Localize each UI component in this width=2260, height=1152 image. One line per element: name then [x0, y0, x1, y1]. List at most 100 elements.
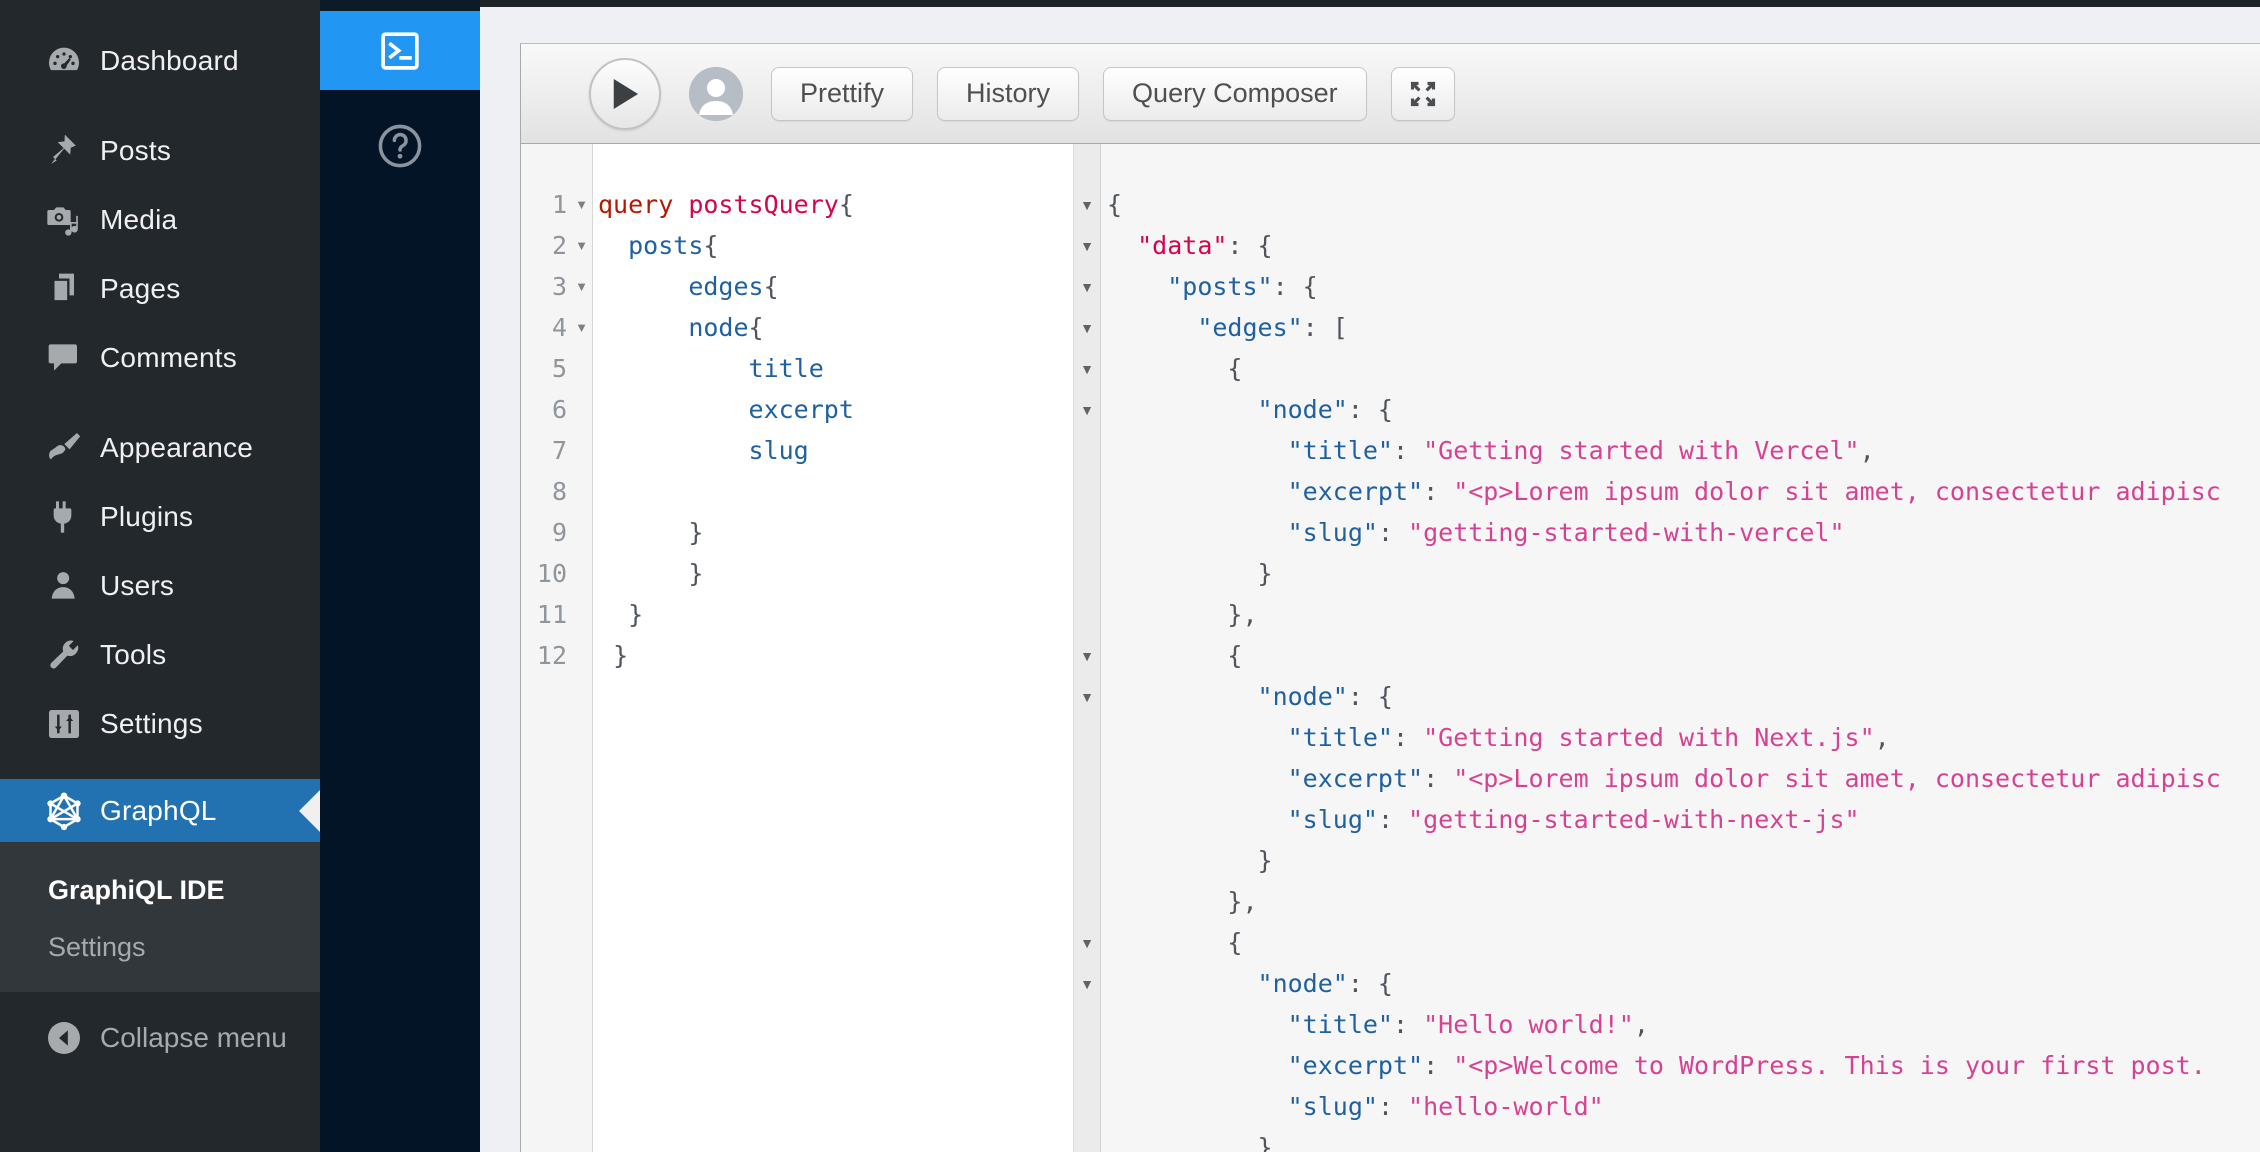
- code-token: postsQuery: [688, 190, 839, 219]
- collapse-menu-button[interactable]: Collapse menu: [0, 1010, 320, 1065]
- collapse-arrow-icon: [44, 1018, 84, 1058]
- fold-arrow-icon[interactable]: ▼: [571, 320, 592, 335]
- code-token: posts: [628, 231, 703, 260]
- code-token: :: [1393, 723, 1423, 752]
- code-token: : {: [1348, 682, 1393, 711]
- code-token: "node": [1258, 969, 1348, 998]
- code-token: {: [749, 313, 764, 342]
- fold-arrow-icon[interactable]: ▼: [1073, 976, 1101, 992]
- code-token: {: [1107, 190, 1122, 219]
- code-token: "edges": [1197, 313, 1302, 342]
- code-text: }: [592, 594, 643, 635]
- code-token: "<p>Welcome to WordPress. This is your f…: [1453, 1051, 2206, 1080]
- code-token: },: [1227, 887, 1257, 916]
- sidebar-item-graphql[interactable]: GraphQL: [0, 779, 320, 842]
- code-token: [1107, 354, 1227, 383]
- person-icon: [689, 67, 743, 121]
- history-button[interactable]: History: [937, 67, 1079, 121]
- result-viewer[interactable]: ▼{▼ "data": {▼ "posts": {▼ "edges": [▼ {…: [1073, 144, 2260, 1152]
- wp-graphiql-screen: { "colors": { "sidebar_bg": "#23282d", "…: [0, 0, 2260, 1152]
- submenu-item-graphiql-ide[interactable]: GraphiQL IDE: [0, 862, 320, 919]
- code-token: {: [1227, 354, 1242, 383]
- graphql-logo-icon: [44, 791, 84, 831]
- code-token: [598, 436, 749, 465]
- query-composer-button[interactable]: Query Composer: [1103, 67, 1367, 121]
- fold-arrow-icon[interactable]: ▼: [1073, 238, 1101, 254]
- fold-arrow-icon[interactable]: ▼: [1073, 402, 1101, 418]
- fold-arrow-icon[interactable]: ▼: [571, 279, 592, 294]
- query-code-line: 4▼ node{: [521, 307, 1073, 348]
- sidebar-item-users[interactable]: Users: [0, 551, 320, 620]
- code-token: [598, 395, 749, 424]
- code-token: [1107, 682, 1258, 711]
- sidebar-item-settings[interactable]: Settings: [0, 689, 320, 758]
- sidebar-item-pages[interactable]: Pages: [0, 254, 320, 323]
- code-token: "hello-world": [1408, 1092, 1604, 1121]
- code-token: [598, 354, 749, 383]
- fold-arrow-icon[interactable]: ▼: [1073, 935, 1101, 951]
- submenu-item-settings[interactable]: Settings: [0, 919, 320, 976]
- fold-arrow-icon[interactable]: ▼: [1073, 648, 1101, 664]
- sidebar-item-media[interactable]: Media: [0, 185, 320, 254]
- fold-arrow-icon[interactable]: ▼: [1073, 320, 1101, 336]
- code-text: slug: [592, 430, 809, 471]
- pages-icon: [44, 269, 84, 309]
- code-token: "excerpt": [1288, 477, 1423, 506]
- query-editor[interactable]: 1▼query postsQuery{2▼ posts{3▼ edges{4▼ …: [521, 144, 1073, 1152]
- code-text: "node": {: [1101, 676, 1393, 717]
- code-token: {: [1227, 641, 1242, 670]
- code-token: [1107, 600, 1227, 629]
- code-token: :: [1423, 477, 1453, 506]
- code-token: {: [703, 231, 718, 260]
- result-code-line: ▼ {: [1073, 635, 2260, 676]
- fold-arrow-icon[interactable]: ▼: [1073, 689, 1101, 705]
- brush-icon: [44, 428, 84, 468]
- graphiql-panel: Prettify History Query Composer 1▼query …: [520, 43, 2260, 1152]
- code-token: :: [1378, 518, 1408, 547]
- code-token: :: [1423, 1051, 1453, 1080]
- query-code-line: 10 }: [521, 553, 1073, 594]
- sidebar-item-tools[interactable]: Tools: [0, 620, 320, 689]
- graphiql-terminal-tab[interactable]: [320, 11, 480, 90]
- code-text: "edges": [: [1101, 307, 1348, 348]
- code-token: },: [1227, 600, 1257, 629]
- result-code-line: "excerpt": "<p>Welcome to WordPress. Thi…: [1073, 1045, 2260, 1086]
- code-token: title: [749, 354, 824, 383]
- code-text: "title": "Getting started with Next.js",: [1101, 717, 1890, 758]
- line-number: 1: [521, 184, 571, 225]
- prettify-button[interactable]: Prettify: [771, 67, 913, 121]
- code-token: [1107, 559, 1258, 588]
- code-text: posts{: [592, 225, 718, 266]
- sidebar-item-dashboard[interactable]: Dashboard: [0, 26, 320, 95]
- query-code-line: 9 }: [521, 512, 1073, 553]
- sidebar-item-appearance[interactable]: Appearance: [0, 413, 320, 482]
- result-code-line: ▼ "node": {: [1073, 389, 2260, 430]
- line-number: 5: [521, 348, 571, 389]
- help-button[interactable]: [320, 116, 480, 176]
- sidebar-item-label: Users: [100, 570, 174, 602]
- fullscreen-button[interactable]: [1391, 67, 1455, 121]
- code-text: },: [1101, 881, 1258, 922]
- sidebar-item-posts[interactable]: Posts: [0, 116, 320, 185]
- code-token: "Getting started with Next.js": [1423, 723, 1875, 752]
- code-text: "title": "Hello world!",: [1101, 1004, 1649, 1045]
- execute-query-button[interactable]: [589, 58, 661, 130]
- fold-arrow-icon[interactable]: ▼: [571, 238, 592, 253]
- sidebar-item-plugins[interactable]: Plugins: [0, 482, 320, 551]
- line-number: 8: [521, 471, 571, 512]
- fold-arrow-icon[interactable]: ▼: [1073, 361, 1101, 377]
- sidebar-item-label: Dashboard: [100, 45, 239, 77]
- fold-arrow-icon[interactable]: ▼: [1073, 197, 1101, 213]
- user-icon: [44, 566, 84, 606]
- code-token: [673, 190, 688, 219]
- line-number: 2: [521, 225, 571, 266]
- fold-arrow-icon[interactable]: ▼: [1073, 279, 1101, 295]
- sidebar-item-comments[interactable]: Comments: [0, 323, 320, 392]
- fold-arrow-icon[interactable]: ▼: [571, 197, 592, 212]
- sidebar-item-label: Comments: [100, 342, 237, 374]
- code-text: title: [592, 348, 824, 389]
- code-text: }: [592, 553, 703, 594]
- current-menu-arrow: [299, 790, 320, 832]
- line-number: 12: [521, 635, 571, 676]
- query-code-line: 12 }: [521, 635, 1073, 676]
